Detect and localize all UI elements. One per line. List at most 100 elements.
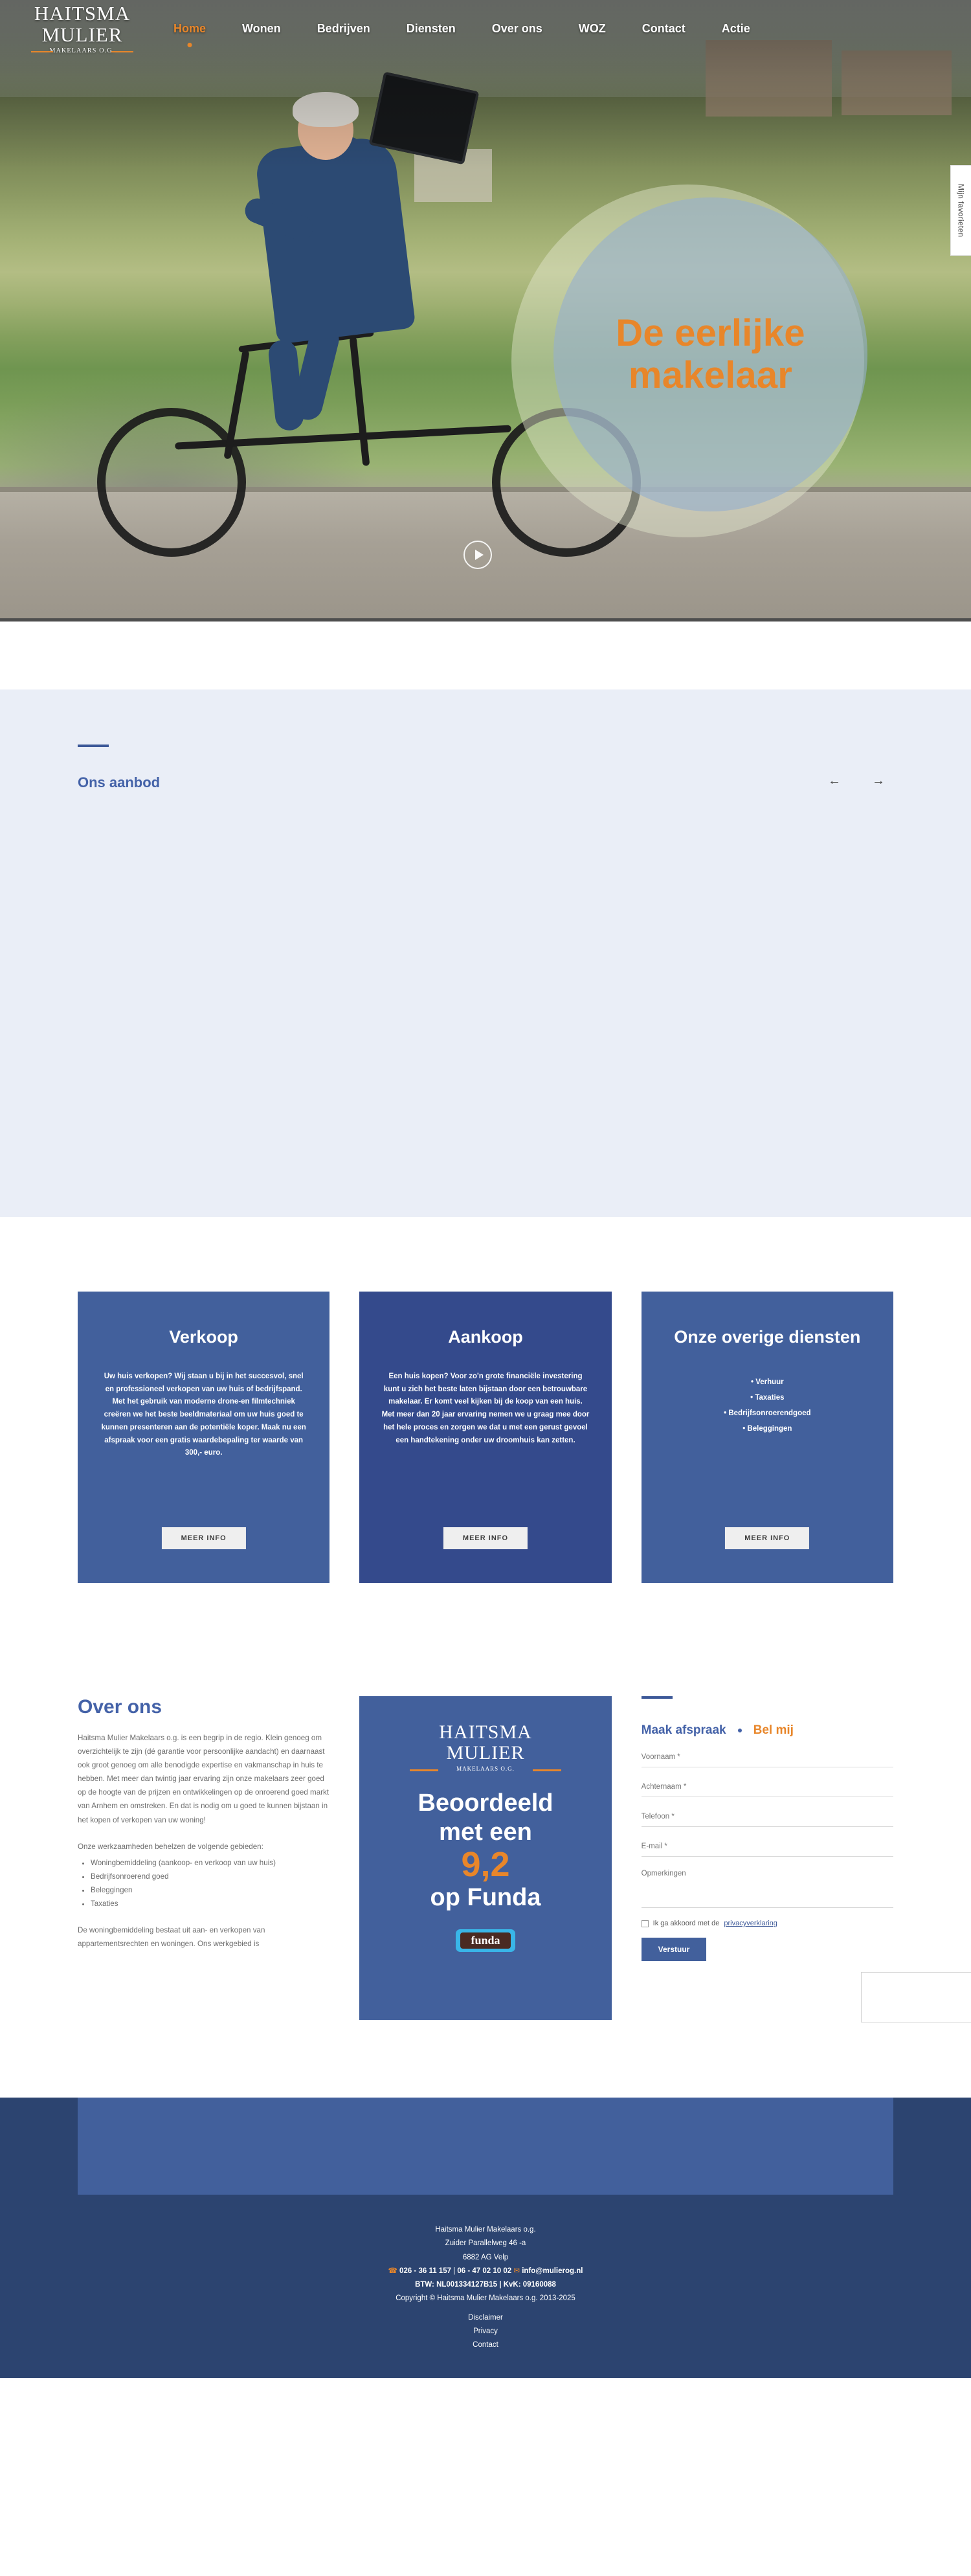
footer-link-contact[interactable]: Contact <box>0 2338 971 2352</box>
footer-sep: | <box>453 2267 456 2275</box>
video-play-button[interactable] <box>463 541 492 569</box>
mail-icon: ✉ <box>513 2267 520 2275</box>
funda-logo-badge: funda <box>456 1929 515 1952</box>
footer-btw-label: BTW: <box>415 2281 434 2289</box>
list-item: Beleggingen <box>91 1883 329 1897</box>
list-item: Taxaties <box>664 1390 871 1406</box>
footer-address: Zuider Parallelweg 46 -a <box>445 2239 526 2248</box>
funda-rating-card: HAITSMA MULIER MAKELAARS O.G. Beoordeeld… <box>359 1696 612 2020</box>
favorites-tab-label: Mijn favorieten <box>956 183 966 238</box>
list-item: Woningbemiddeling (aankoop- en verkoop v… <box>91 1856 329 1870</box>
spacer <box>0 622 971 689</box>
list-item: Bedrijfsonroerend goed <box>91 1870 329 1883</box>
top-navigation: HAITSMA MULIER MAKELAARS O.G. Home Wonen… <box>0 0 971 57</box>
service-card-list: Verkoop Uw huis verkopen? Wij staan u bi… <box>78 1292 893 1583</box>
tab-bel-mij[interactable]: Bel mij <box>753 1723 794 1738</box>
footer-link-disclaimer[interactable]: Disclaimer <box>0 2311 971 2325</box>
footer-accent-band-inner <box>78 2098 893 2195</box>
section-rule <box>78 745 109 747</box>
nav-item-actie[interactable]: Actie <box>704 16 768 42</box>
service-card-verkoop[interactable]: Verkoop Uw huis verkopen? Wij staan u bi… <box>78 1292 330 1583</box>
funda-card-logo: HAITSMA MULIER MAKELAARS O.G. <box>359 1722 611 1772</box>
tab-separator-dot <box>737 1729 742 1732</box>
card-title: Onze overige diensten <box>674 1327 861 1347</box>
nav-item-bedrijven[interactable]: Bedrijven <box>299 16 388 42</box>
field-email[interactable] <box>641 1840 893 1857</box>
achternaam-input[interactable] <box>641 1783 893 1791</box>
services-section: Verkoop Uw huis verkopen? Wij staan u bi… <box>0 1217 971 1664</box>
list-item: Taxaties <box>91 1897 329 1910</box>
arrow-left-icon[interactable]: ← <box>826 772 843 789</box>
funda-claim-line3: op Funda <box>430 1883 541 1911</box>
nav-item-diensten[interactable]: Diensten <box>388 16 474 42</box>
logo-line-2: MULIER <box>446 1742 525 1764</box>
captcha-widget[interactable] <box>860 1972 971 2022</box>
site-logo[interactable]: HAITSMA MULIER MAKELAARS O.G. <box>27 3 137 54</box>
over-ons-paragraph-2: Onze werkzaamheden behelzen de volgende … <box>78 1842 263 1851</box>
privacy-policy-link[interactable]: privacyverklaring <box>724 1920 777 1927</box>
tab-maak-afspraak[interactable]: Maak afspraak <box>642 1723 726 1738</box>
logo-tagline: MAKELAARS O.G. <box>27 47 137 54</box>
telefoon-input[interactable] <box>641 1813 893 1820</box>
footer-phone-1[interactable]: 026 - 36 11 157 <box>399 2267 451 2275</box>
footer-registration-line: BTW: NL001334127B15 | KvK: 09160088 <box>0 2278 971 2292</box>
arrow-right-icon[interactable]: → <box>870 772 887 789</box>
hero-circle-front: De eerlijke makelaar <box>553 197 867 511</box>
email-input[interactable] <box>641 1842 893 1850</box>
nav-item-contact[interactable]: Contact <box>624 16 704 42</box>
funda-claim: Beoordeeld met een 9,2 op Funda <box>359 1789 611 1912</box>
aanbod-header: Ons aanbod <box>0 689 971 791</box>
footer-phone-2[interactable]: 06 - 47 02 10 02 <box>457 2267 511 2275</box>
consent-checkbox[interactable] <box>641 1920 649 1927</box>
form-tabs: Maak afspraak Bel mij <box>642 1723 893 1738</box>
list-item: Beleggingen <box>664 1421 871 1437</box>
nav-item-wonen[interactable]: Wonen <box>224 16 299 42</box>
favorites-tab[interactable]: Mijn favorieten <box>950 165 971 256</box>
aanbod-section: Ons aanbod ← → <box>0 689 971 1217</box>
field-voornaam[interactable] <box>641 1751 893 1767</box>
footer-sep: | <box>499 2281 502 2289</box>
site-footer: Haitsma Mulier Makelaars o.g. Zuider Par… <box>0 2195 971 2379</box>
over-ons-title: Over ons <box>78 1696 162 1718</box>
footer-kvk-label: KvK: <box>503 2281 521 2289</box>
card-service-list: Verhuur Taxaties Bedrijfsonroerendgoed B… <box>664 1374 871 1437</box>
over-ons-section: Over ons Haitsma Mulier Makelaars o.g. i… <box>78 1664 971 2022</box>
card-meer-info-button[interactable]: MEER INFO <box>161 1527 246 1549</box>
logo-line-2: MULIER <box>41 23 123 46</box>
field-opmerkingen[interactable] <box>641 1870 893 1908</box>
footer-btw-value: NL001334127B15 <box>436 2281 498 2289</box>
over-ons-paragraph-3: De woningbemiddeling bestaat uit aan- en… <box>78 1926 265 1949</box>
field-achternaam[interactable] <box>641 1780 893 1797</box>
footer-link-privacy[interactable]: Privacy <box>0 2325 971 2338</box>
card-body: Een huis kopen? Voor zo'n grote financië… <box>381 1372 590 1444</box>
card-meer-info-button[interactable]: MEER INFO <box>725 1527 810 1549</box>
hero-claim: De eerlijke makelaar <box>616 312 805 397</box>
card-body: Uw huis verkopen? Wij staan u bij in het… <box>101 1372 306 1457</box>
funda-badge-label: funda <box>460 1932 511 1949</box>
nav-item-home[interactable]: Home <box>155 16 224 42</box>
opmerkingen-textarea[interactable] <box>641 1870 893 1899</box>
card-meer-info-button[interactable]: MEER INFO <box>443 1527 528 1549</box>
submit-button[interactable]: Verstuur <box>641 1938 707 1961</box>
logo-line-1: HAITSMA <box>34 1 131 25</box>
nav-item-over-ons[interactable]: Over ons <box>474 16 561 42</box>
footer-accent-band <box>0 2098 971 2195</box>
hero-banner: De eerlijke makelaar HAITSMA MULIER MAKE… <box>0 0 971 622</box>
service-card-overige-diensten[interactable]: Onze overige diensten Verhuur Taxaties B… <box>641 1292 893 1583</box>
field-telefoon[interactable] <box>641 1810 893 1827</box>
carousel-controls: ← → <box>826 772 887 789</box>
footer-email[interactable]: info@mulierog.nl <box>522 2267 583 2275</box>
card-title: Verkoop <box>169 1327 238 1347</box>
section-rule <box>641 1696 673 1699</box>
nav-list: Home Wonen Bedrijven Diensten Over ons W… <box>155 16 768 42</box>
nav-item-woz[interactable]: WOZ <box>561 16 624 42</box>
footer-contact-line: ☎ 026 - 36 11 157 | 06 - 47 02 10 02 ✉ i… <box>0 2265 971 2278</box>
service-card-aankoop[interactable]: Aankoop Een huis kopen? Voor zo'n grote … <box>359 1292 612 1583</box>
funda-claim-line1: Beoordeeld <box>418 1789 553 1817</box>
over-ons-list: Woningbemiddeling (aankoop- en verkoop v… <box>91 1856 329 1910</box>
list-item: Bedrijfsonroerendgoed <box>664 1406 871 1421</box>
cookie-banner: Deze website maakt gebruik van cookies. … <box>0 618 971 622</box>
voornaam-input[interactable] <box>641 1753 893 1761</box>
list-item: Verhuur <box>664 1374 871 1390</box>
privacy-consent-row: Ik ga akkoord met de privacyverklaring <box>641 1920 893 1927</box>
